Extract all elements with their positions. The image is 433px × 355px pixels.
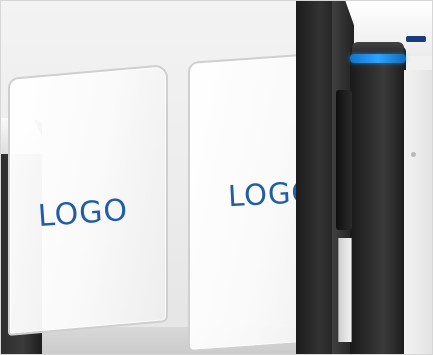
right-cabinet: [404, 70, 433, 355]
sensor-icon: [411, 152, 416, 157]
top-housing-indicator: [406, 36, 426, 42]
hinge-pillar: [350, 46, 406, 355]
turnstile-photo: LOGO LOGO: [0, 0, 433, 355]
logo-text-left: LOGO: [36, 192, 130, 235]
indicator-light-ring: [350, 54, 406, 63]
hinge-rail: [338, 238, 352, 342]
hinge-bracket: [336, 90, 352, 230]
